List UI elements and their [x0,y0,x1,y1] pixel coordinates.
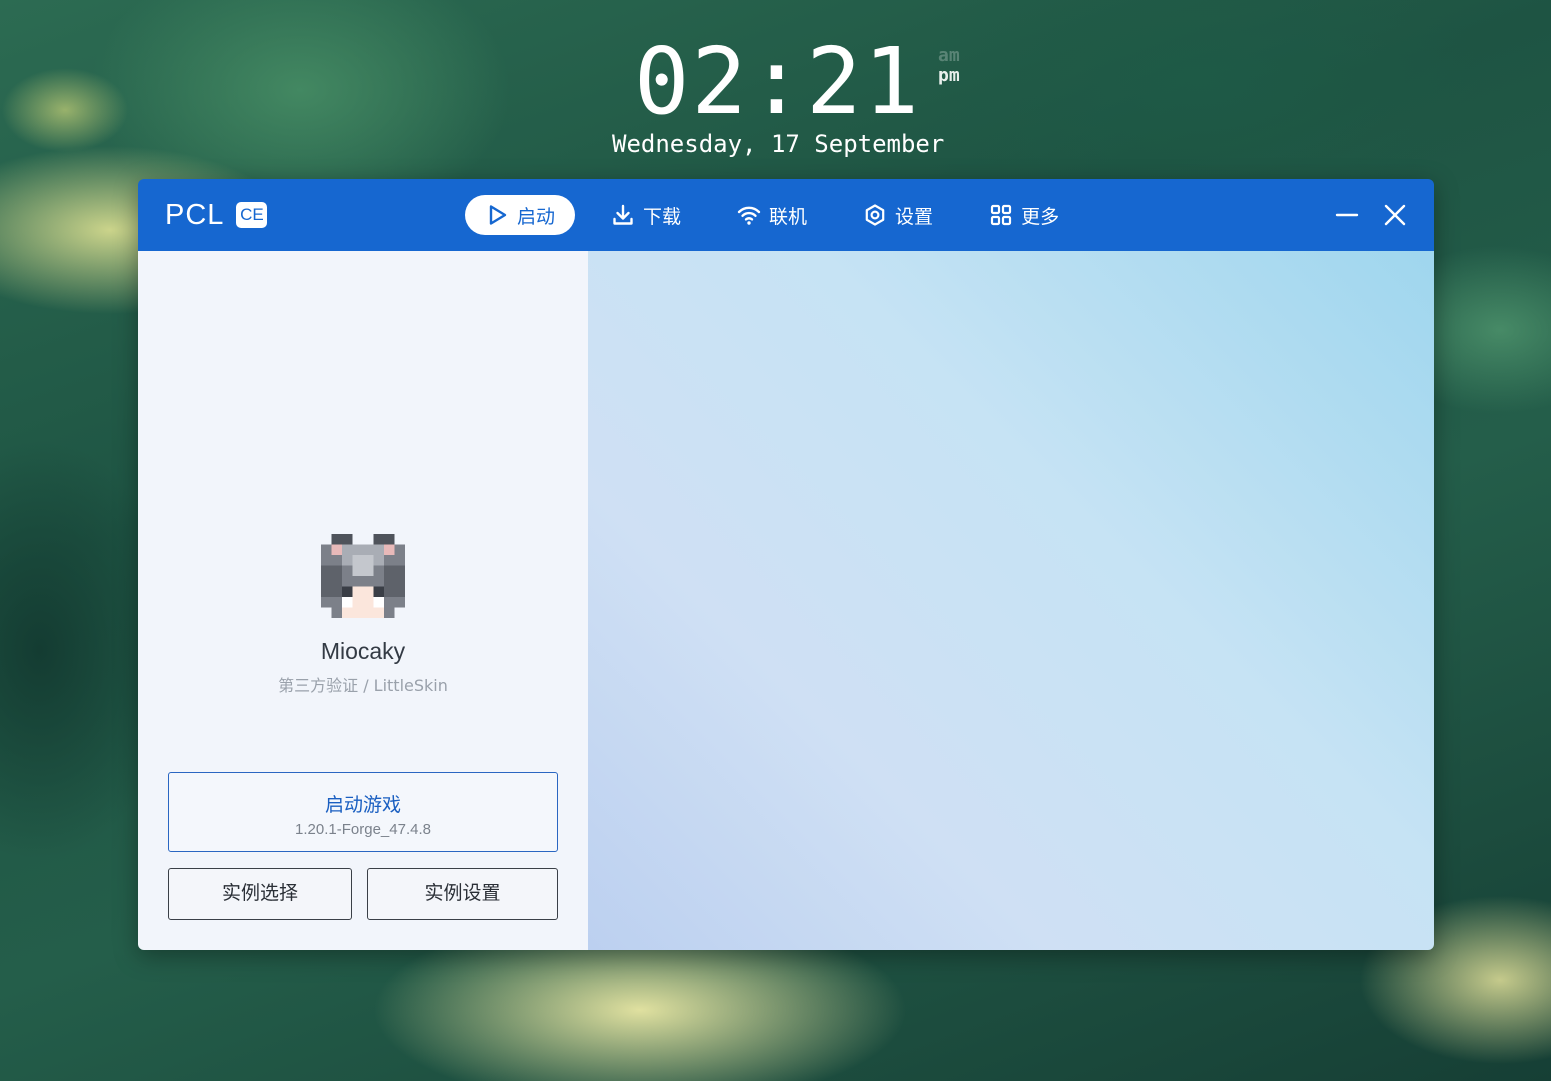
account-panel: Miocaky 第三方验证 / LittleSkin 启动游戏 1.20.1-F… [138,251,588,950]
minimize-icon[interactable] [1333,201,1361,229]
wifi-icon [737,206,761,225]
edition-badge: CE [236,202,268,228]
launcher-window: PCL CE 启动 下载 联机 设置 更多 Miocaky 第三方验证 / Li… [138,179,1434,950]
launch-game-label: 启动游戏 [324,794,401,816]
tab-download-label: 下载 [643,205,682,228]
auth-type: 第三方验证 / LittleSkin [278,676,448,695]
play-icon [489,205,507,225]
close-icon[interactable] [1381,201,1409,229]
tab-settings[interactable]: 设置 [843,195,953,235]
content-area [588,251,1434,950]
tab-settings-label: 设置 [895,205,934,228]
tab-multiplayer-label: 联机 [769,205,808,228]
select-instance-button[interactable]: 实例选择 [168,868,352,920]
clock-time: 02:21 [634,28,921,135]
player-avatar[interactable] [321,534,405,618]
title-bar[interactable]: PCL CE 启动 下载 联机 设置 更多 [138,179,1434,251]
tab-more-label: 更多 [1021,205,1060,228]
clock-date: Wednesday, 17 September [612,130,945,158]
tab-more[interactable]: 更多 [969,195,1079,235]
instance-settings-button[interactable]: 实例设置 [367,868,558,920]
tab-multiplayer[interactable]: 联机 [717,195,827,235]
brand: PCL CE [165,198,268,231]
grid-icon [990,204,1012,226]
player-name: Miocaky [320,638,406,664]
clock-am: am [938,45,960,66]
tab-launch[interactable]: 启动 [465,195,576,235]
tab-launch-label: 启动 [517,205,556,228]
clock-pm: pm [938,65,960,86]
launch-version: 1.20.1-Forge_47.4.8 [295,821,431,838]
launch-game-button[interactable]: 启动游戏 1.20.1-Forge_47.4.8 [168,772,558,852]
main-nav: 启动 下载 联机 设置 更多 [465,195,1095,235]
gear-icon [865,204,885,226]
clock-ampm: am pm [938,46,960,86]
brand-name: PCL [165,198,225,231]
tab-download[interactable]: 下载 [591,195,701,235]
download-icon [613,204,633,225]
